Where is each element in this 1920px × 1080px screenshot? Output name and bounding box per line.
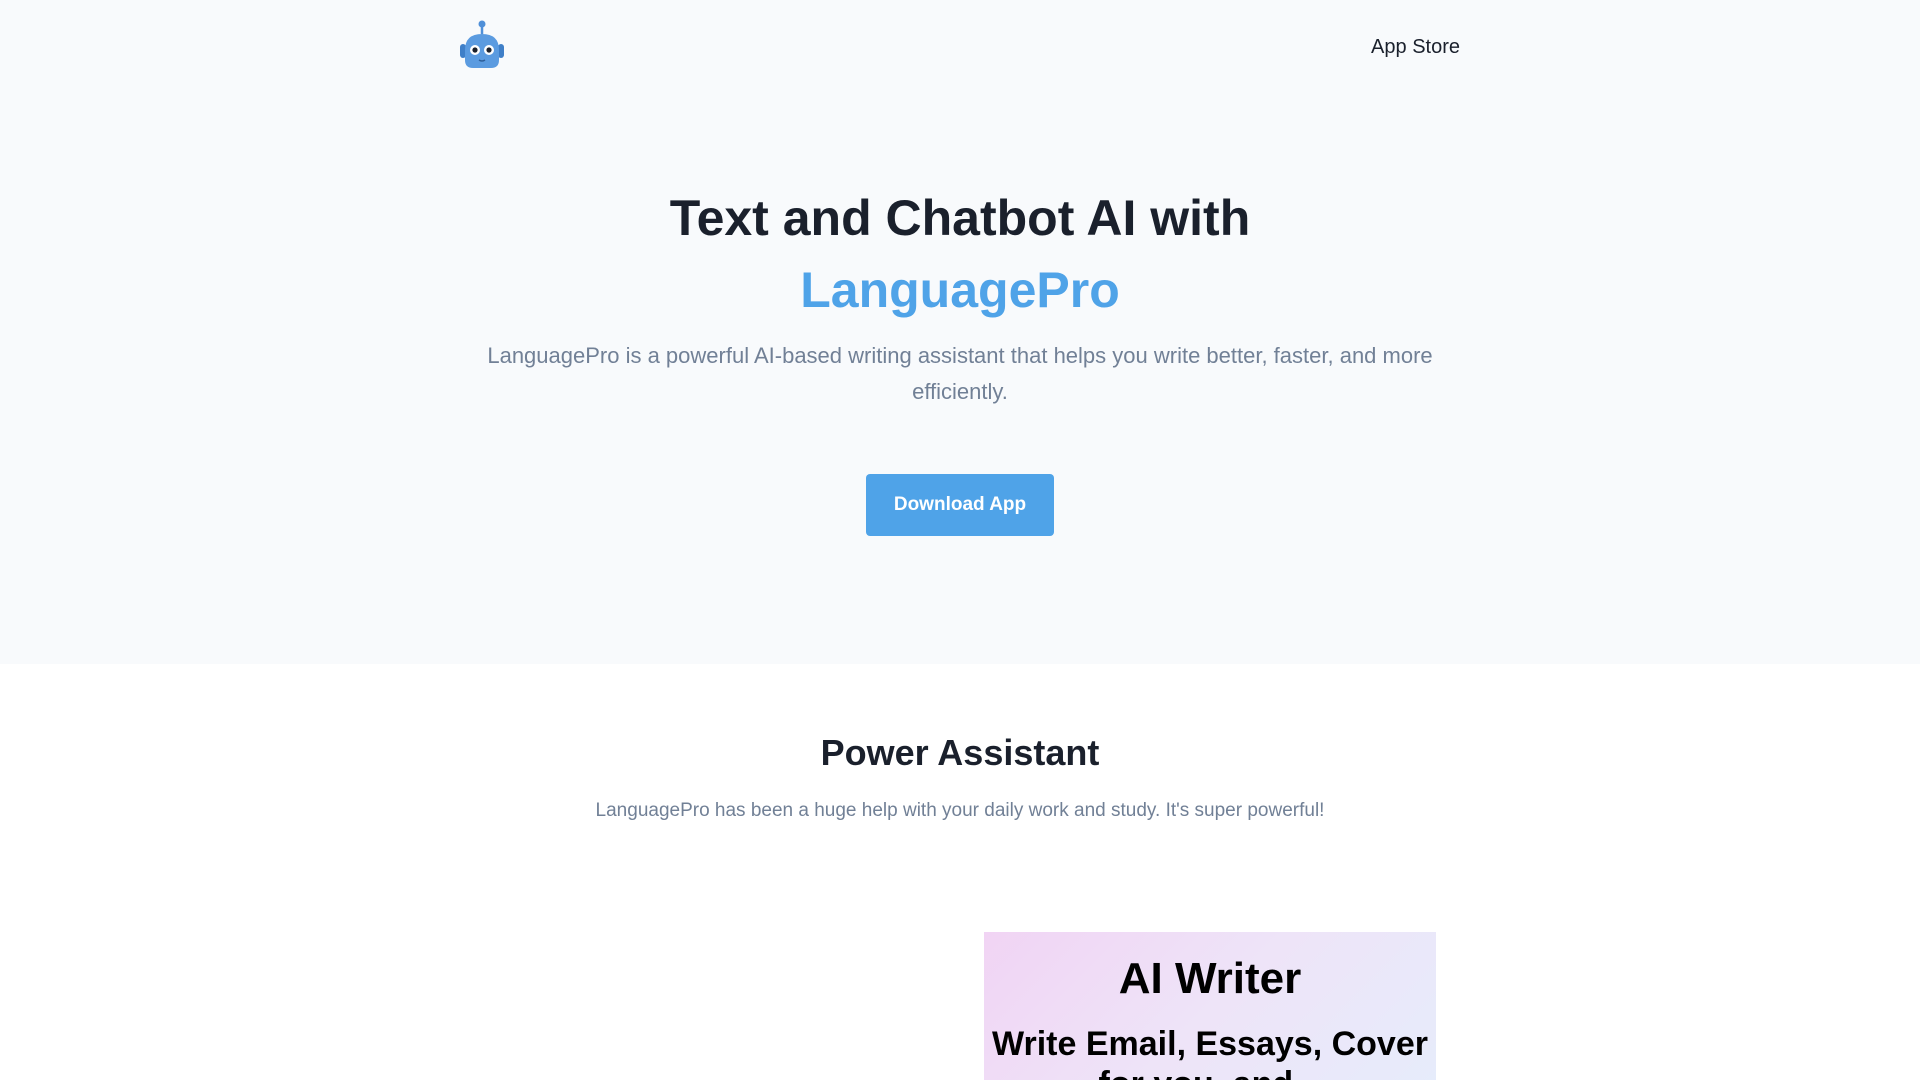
hero-title-line1: Text and Chatbot AI with [669,190,1251,246]
section-title: Power Assistant [820,732,1100,773]
hero-title-brand: LanguagePro [800,262,1120,318]
promo-subtitle: Write Email, Essays, Cover for you, and.… [992,1025,1428,1080]
hero-title: Text and Chatbot AI with LanguagePro [0,182,1920,326]
top-nav: App Store [0,0,1920,100]
section-subtitle: LanguagePro has been a huge help with yo… [595,800,1325,821]
download-app-button[interactable]: Download App [866,474,1054,536]
robot-logo-icon[interactable] [457,20,507,72]
hero-description: LanguagePro is a powerful AI-based writi… [487,343,1433,404]
ai-writer-promo-image: AI Writer Write Email, Essays, Cover for… [984,932,1436,1080]
promo-title: AI Writer [1118,954,1302,1003]
hero-section: App Store Text and Chatbot AI with Langu… [0,0,1920,664]
power-assistant-section: Power Assistant LanguagePro has been a h… [0,664,1920,1080]
app-store-link[interactable]: App Store [1371,36,1460,59]
